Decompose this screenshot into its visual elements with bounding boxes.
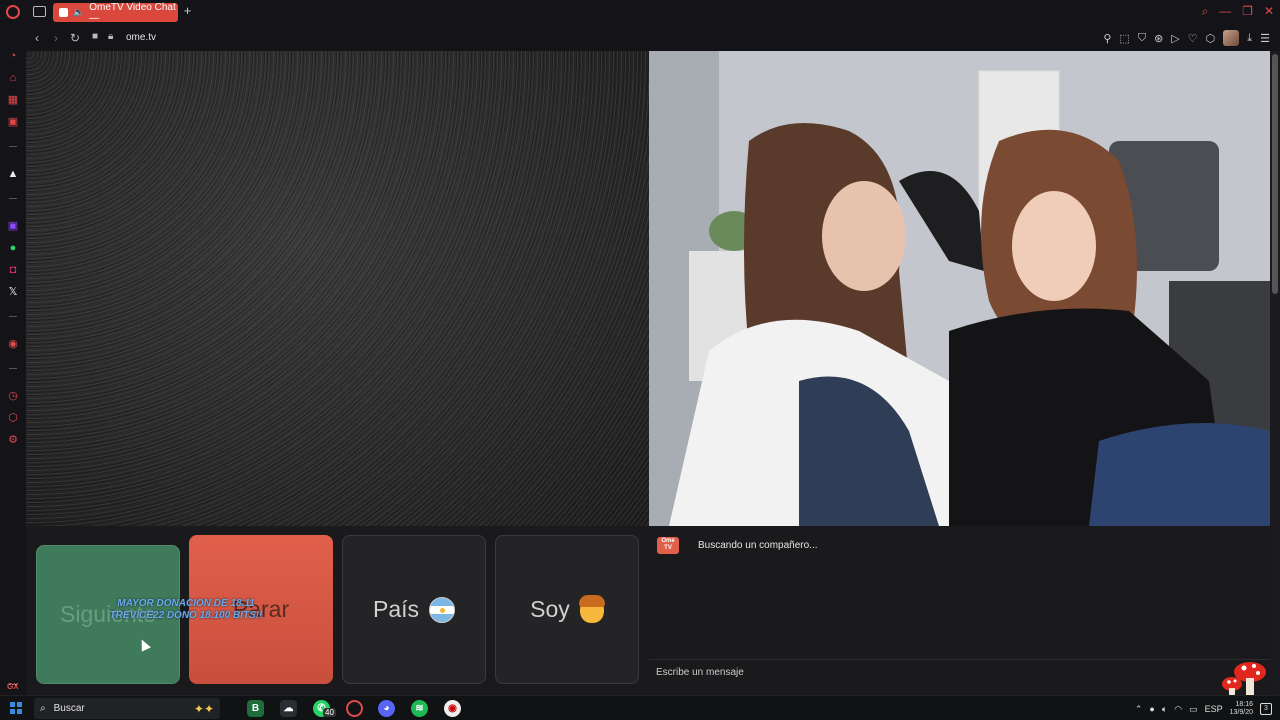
new-tab-button[interactable]: + [181,4,194,18]
forward-icon[interactable]: › [54,31,58,45]
pin-icon[interactable]: ⚲ [1103,32,1111,45]
notifications-badge[interactable]: 3 [1260,703,1272,715]
chat-message-input[interactable]: Escribe un mensaje [656,667,1216,678]
discord-icon[interactable]: ◕ [378,700,395,717]
shield-icon[interactable]: ⛉ [1138,32,1146,45]
mail-icon[interactable]: ▣ [7,116,19,128]
mushroom-sticker-icon [1222,662,1266,700]
camera-icon[interactable]: ■ [92,31,98,42]
network-icon[interactable]: ▭ [1189,704,1198,715]
boy-face-icon [578,594,605,623]
sidebar-divider [9,316,17,317]
browser-tab-bar: 🔈 OmeTV Video Chat — + ⌕ — ❐ ✕ [0,0,1280,25]
spotify-icon[interactable]: ≋ [411,700,428,717]
chat-status-text: Buscando un compañero... [698,540,818,551]
donation-line-1: MAYOR DONACION DE 18.11 [117,598,255,609]
chat-panel: Ome TV Buscando un compañero... Escribe … [649,526,1270,695]
volume-icon[interactable]: 🔈︎ [1162,704,1167,715]
speed-dial-icon[interactable]: ◔ [7,50,19,62]
country-label: País [372,596,420,622]
stranger-video-feed [26,51,649,526]
language-indicator[interactable]: ESP [1205,704,1223,714]
download-icon[interactable]: ⤓ [1247,32,1252,45]
ometv-favicon-icon [59,8,68,17]
opera-gx-taskbar-icon[interactable] [346,700,363,717]
window-controls: ⌕ — ❐ ✕ [1201,4,1274,19]
windows-start-icon[interactable] [10,702,22,714]
news-icon[interactable]: ▦ [7,94,19,106]
static-noise [26,51,649,526]
sidebar-divider [9,368,17,369]
sidebar-divider [9,198,17,199]
tab-ometv[interactable]: 🔈 OmeTV Video Chat — [53,1,178,24]
taskbar-search[interactable]: ⌕ Buscar ✦✦ [34,698,220,719]
x-icon[interactable]: 𝕏 [7,286,19,298]
app-b-icon[interactable]: B [247,700,264,717]
reload-icon[interactable]: ↻ [70,31,80,45]
tab-switcher-icon[interactable] [33,6,46,17]
windows-taskbar: ⌕ Buscar ✦✦ B ☁ ✆ 40 ◕ ≋ ◉ ⌃ ● 🔈︎ ◠ ▭ ES… [0,695,1280,720]
aria-icon[interactable]: ▲ [7,168,19,180]
speaker-icon[interactable]: 🔈 [73,7,84,18]
bag-icon[interactable]: ⌂ [7,72,19,84]
menu-icon[interactable]: ☰ [1260,32,1270,45]
heart-icon[interactable]: ♡ [1188,32,1198,45]
copilot-sparkle-icon: ✦✦ [193,701,214,716]
whatsapp-badge: 40 [323,708,336,717]
scrollbar-thumb[interactable] [1272,54,1278,294]
gender-button[interactable]: Soy [495,535,639,684]
gender-label: Soy [530,596,570,622]
profile-avatar[interactable] [1223,30,1240,46]
app-cloud-icon[interactable]: ☁ [280,700,297,717]
headset-icon[interactable]: ◠ [1174,704,1182,715]
snapshot-icon[interactable]: ⬚ [1119,32,1129,45]
restore-icon[interactable]: ❐ [1242,4,1253,19]
argentina-flag-icon [429,596,456,623]
camera-scene-image [649,51,1270,526]
clock-date: 13/9/20 [1229,709,1253,716]
play-icon[interactable]: ▷ [1171,32,1179,45]
clock-time: 18:16 [1235,701,1253,708]
sidebar-divider [9,146,17,147]
tab-title: OmeTV Video Chat — [89,1,176,24]
clock[interactable]: 18:16 13/9/20 [1230,701,1253,717]
tray-expand-icon[interactable]: ⌃ [1135,704,1143,715]
twitch-icon[interactable]: ▣ [7,220,19,232]
country-button[interactable]: País [342,535,486,684]
extensions-icon[interactable]: ⬡ [1206,32,1216,45]
address-bar-actions: ⚲ ⬚ ⛉ ⊛ ▷ ♡ ⬡ ⤓ ☰ [1103,30,1270,46]
history-icon[interactable]: ◷ [7,390,19,402]
ometv-logo: Ome TV [657,537,679,554]
instagram-icon[interactable]: ◘ [7,264,19,276]
address-bar: ‹ › ↻ ■ 🔒︎ ome.tv ⚲ ⬚ ⛉ ⊛ ▷ ♡ ⬡ ⤓ ☰ [26,25,1280,51]
player-icon[interactable]: ◉ [7,338,19,350]
minimize-icon[interactable]: — [1219,4,1231,19]
microphone-icon[interactable]: ● [1149,704,1154,714]
search-icon: ⌕ [40,703,46,714]
opera-sidebar: ◔ ⌂ ▦ ▣ ▲ ▣ ● ◘ 𝕏 ◉ ◷ ⬡ ⚙ GX ⋯ [0,25,26,695]
settings-gear-icon[interactable]: ⚙ [7,434,19,446]
app-record-icon[interactable]: ◉ [444,700,461,717]
search-icon[interactable]: ⌕ [1201,4,1208,19]
donation-line-2: TREVICE22 DONO 18.100 BITS!! [109,610,263,621]
more-icon[interactable]: ⋯ [7,678,19,690]
vpn-icon[interactable]: ⊛ [1154,32,1163,45]
self-camera-feed [649,51,1270,526]
extensions-sidebar-icon[interactable]: ⬡ [7,412,19,424]
opera-logo-icon[interactable] [6,5,20,19]
whatsapp-icon[interactable]: ● [7,242,19,254]
taskbar-search-placeholder: Buscar [53,703,85,714]
back-icon[interactable]: ‹ [35,31,39,45]
lock-icon[interactable]: 🔒︎ [108,31,113,42]
close-icon[interactable]: ✕ [1264,4,1274,19]
url-text[interactable]: ome.tv [126,32,156,43]
chat-divider [649,659,1270,660]
stream-donation-overlay: MAYOR DONACION DE 18.11 TREVICE22 DONO 1… [96,598,276,622]
system-tray: ⌃ ● 🔈︎ ◠ ▭ ESP 18:16 13/9/20 3 [1135,701,1272,717]
